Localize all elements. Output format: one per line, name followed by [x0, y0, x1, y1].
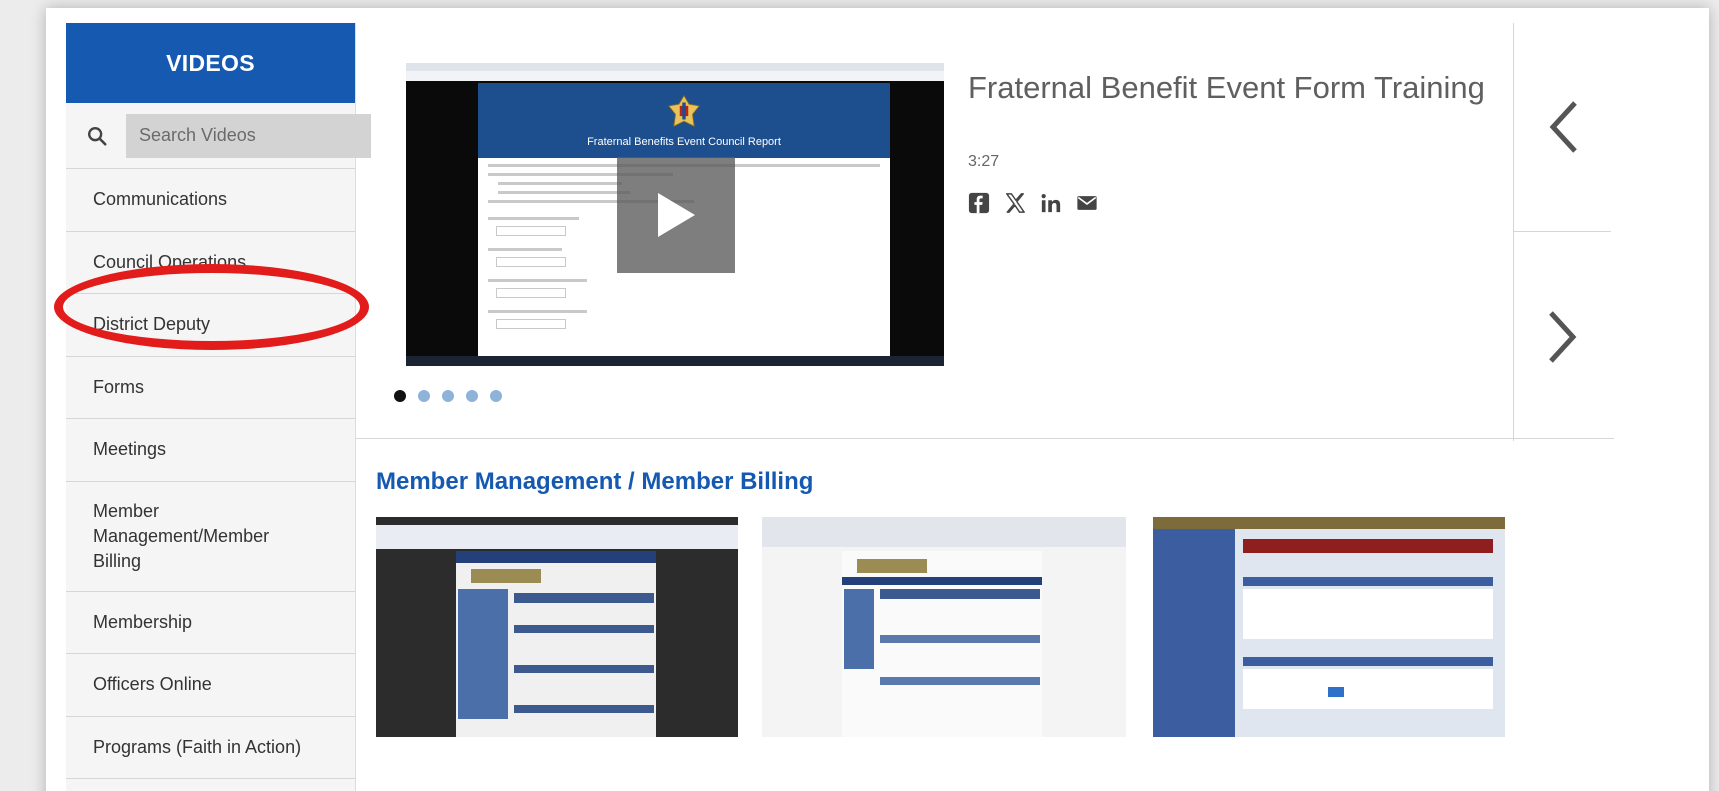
thumb-panel [1243, 669, 1493, 709]
carousel-dot[interactable] [442, 390, 454, 402]
form-field [496, 257, 566, 267]
sidebar-item-member-management[interactable]: Member Management/Member Billing [66, 481, 355, 592]
thumb-select [1328, 687, 1344, 697]
facebook-icon[interactable] [968, 192, 990, 214]
play-button[interactable] [617, 157, 735, 273]
linkedin-icon[interactable] [1040, 192, 1062, 214]
share-buttons [968, 192, 1098, 214]
thumb-top-bar [1153, 517, 1505, 529]
form-text-line [488, 279, 587, 282]
form-text-line [488, 248, 563, 251]
video-thumbnail[interactable] [376, 517, 738, 737]
carousel-nav [1513, 23, 1611, 441]
thumb-page-header [842, 577, 1042, 585]
thumb-title-bar [1243, 539, 1493, 553]
thumb-bar [514, 625, 654, 633]
sidebar-item-communications[interactable]: Communications [66, 169, 355, 232]
carousel-dot[interactable] [418, 390, 430, 402]
sidebar-item-forms[interactable]: Forms [66, 356, 355, 419]
video-form-banner: Fraternal Benefits Event Council Report [478, 83, 890, 158]
form-field [496, 226, 566, 236]
thumb-browser [762, 517, 1126, 547]
section-divider [356, 438, 1614, 439]
thumb-logo [857, 559, 927, 573]
thumb-bar [1243, 577, 1493, 586]
thumb-page-header [456, 551, 656, 563]
video-banner-text: Fraternal Benefits Event Council Report [587, 136, 781, 148]
sidebar-item-officers-online[interactable]: Officers Online [66, 654, 355, 717]
form-text-line [498, 191, 630, 194]
carousel-dot[interactable] [490, 390, 502, 402]
thumb-bar [514, 665, 654, 673]
thumb-sidebar [1153, 529, 1235, 737]
form-text-line [498, 182, 622, 185]
search-icon[interactable] [86, 125, 108, 147]
video-sidebar: VIDEOS Communications Council Operations… [66, 23, 371, 791]
thumb-bar [514, 593, 654, 603]
previous-button[interactable] [1514, 23, 1611, 232]
carousel-dot[interactable] [394, 390, 406, 402]
chevron-right-icon [1548, 310, 1576, 363]
thumb-sidebar [844, 589, 874, 669]
thumb-bar [880, 635, 1040, 643]
featured-video-title: Fraternal Benefit Event Form Training [968, 70, 1485, 105]
video-library-card: VIDEOS Communications Council Operations… [46, 8, 1709, 791]
sidebar-item-meetings[interactable]: Meetings [66, 419, 355, 482]
thumb-bar [880, 677, 1040, 685]
sidebar-title: VIDEOS [66, 23, 355, 103]
thumb-bar [1243, 657, 1493, 666]
sidebar-item-council-operations[interactable]: Council Operations [66, 231, 355, 294]
play-icon [658, 193, 695, 237]
next-button[interactable] [1514, 232, 1611, 441]
search-input[interactable] [126, 113, 371, 158]
thumb-bar [514, 705, 654, 713]
section-title: Member Management / Member Billing [376, 468, 814, 495]
form-field [496, 319, 566, 329]
thumb-logo [471, 569, 541, 583]
x-icon[interactable] [1004, 192, 1026, 214]
carousel-dots [394, 390, 502, 402]
sidebar-item-programs[interactable]: Programs (Faith in Action) [66, 716, 355, 779]
video-duration: 3:27 [968, 153, 1000, 170]
email-icon[interactable] [1076, 192, 1098, 214]
thumb-browser [376, 525, 738, 549]
thumb-sidebar [458, 589, 508, 719]
search-row [66, 103, 371, 169]
sidebar-item-label: Member Management/Member Billing [93, 500, 270, 571]
form-text-line [488, 310, 587, 313]
form-field [496, 288, 566, 298]
video-browser-url-bar [406, 71, 944, 81]
form-text-line [488, 217, 579, 220]
thumb-panel [1243, 589, 1493, 639]
chevron-left-icon [1549, 101, 1577, 153]
sidebar-item-district-deputy[interactable]: District Deputy [66, 294, 355, 357]
sidebar-item-membership[interactable]: Membership [66, 591, 355, 654]
video-taskbar [406, 356, 944, 366]
video-thumbnail[interactable] [1153, 517, 1505, 737]
carousel-dot[interactable] [466, 390, 478, 402]
emblem-icon [667, 94, 701, 128]
thumb-bar [880, 589, 1040, 599]
video-thumbnail[interactable] [762, 517, 1126, 737]
